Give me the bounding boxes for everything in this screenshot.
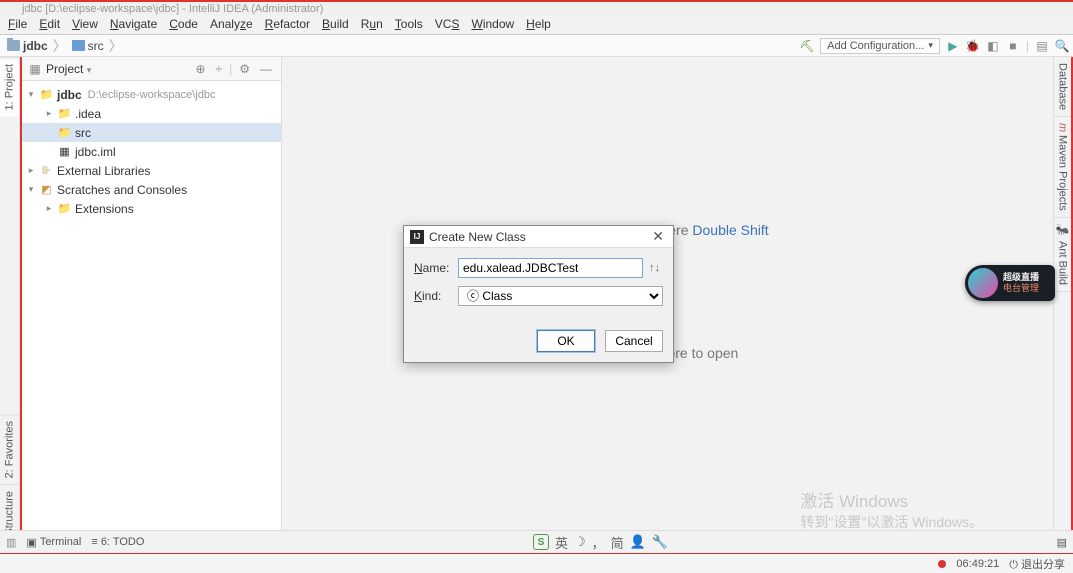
ime-tool-icon[interactable]: 🔧 bbox=[652, 534, 668, 550]
menu-vcs[interactable]: VCS bbox=[429, 15, 466, 33]
sort-icon[interactable]: ↑↓ bbox=[649, 262, 663, 274]
name-input[interactable] bbox=[458, 258, 643, 278]
project-pane-header: ▦ Project ▾ ⊕ ÷ | ⚙ — bbox=[22, 57, 281, 81]
create-class-dialog: IJ Create New Class ✕ Name: ↑↓ Kind: ⓒ C… bbox=[403, 225, 674, 363]
breadcrumb-sep-icon: 〉 bbox=[53, 36, 67, 56]
cancel-button[interactable]: Cancel bbox=[605, 330, 663, 352]
ime-logo-icon[interactable]: S bbox=[533, 534, 549, 550]
status-bar: 06:49:21 ⏻ 退出分享 bbox=[0, 553, 1073, 573]
build-icon[interactable]: ⛏ bbox=[800, 39, 814, 53]
kind-select[interactable]: ⓒ Class bbox=[458, 286, 663, 306]
project-view-icon: ▦ bbox=[28, 62, 42, 76]
search-icon[interactable]: 🔍 bbox=[1055, 39, 1069, 53]
ime-bar: S 英 ☽ ， 简 👤 🔧 bbox=[154, 533, 1046, 552]
ime-punct[interactable]: ， bbox=[592, 533, 605, 552]
kind-label: Kind: bbox=[414, 289, 452, 303]
navigation-bar: jdbc 〉 src 〉 ⛏ Add Configuration...▾ ▶ 🐞… bbox=[0, 35, 1073, 57]
project-tool-window: ▦ Project ▾ ⊕ ÷ | ⚙ — 📁jdbcD:\eclipse-wo… bbox=[20, 57, 282, 554]
menu-file[interactable]: File bbox=[2, 15, 33, 33]
widget-logo-icon bbox=[968, 268, 998, 298]
breadcrumb-src[interactable]: src bbox=[69, 38, 107, 54]
right-tool-gutter: Database m Maven Projects 🐜 Ant Build bbox=[1053, 57, 1073, 554]
add-configuration-button[interactable]: Add Configuration...▾ bbox=[820, 38, 940, 54]
windows-watermark: 激活 Windows 转到"设置"以激活 Windows。 bbox=[800, 490, 983, 533]
menu-code[interactable]: Code bbox=[163, 15, 204, 33]
ok-button[interactable]: OK bbox=[537, 330, 595, 352]
ime-settings-icon[interactable]: 👤 bbox=[630, 534, 646, 550]
tab-ant[interactable]: 🐜 Ant Build bbox=[1054, 218, 1071, 291]
tree-scratches: ◩Scratches and Consoles bbox=[22, 180, 281, 199]
tree-extensions: 📁Extensions bbox=[22, 199, 281, 218]
dialog-title-bar[interactable]: IJ Create New Class ✕ bbox=[404, 226, 673, 248]
close-icon[interactable]: ✕ bbox=[649, 228, 667, 245]
menu-window[interactable]: Window bbox=[465, 15, 520, 33]
project-tree[interactable]: 📁jdbcD:\eclipse-workspace\jdbc 📁.idea 📁s… bbox=[22, 81, 281, 222]
ime-lang[interactable]: 英 bbox=[555, 533, 568, 552]
tree-src: 📁src bbox=[22, 123, 281, 142]
breadcrumb-sep-icon: 〉 bbox=[109, 36, 123, 56]
clock: 06:49:21 bbox=[956, 558, 999, 570]
collapse-icon[interactable]: ÷ bbox=[213, 62, 226, 76]
menu-bar: File Edit View Navigate Code Analyze Ref… bbox=[0, 14, 1073, 35]
menu-run[interactable]: Run bbox=[355, 15, 389, 33]
tab-database[interactable]: Database bbox=[1054, 57, 1071, 117]
window-title: jdbc [D:\eclipse-workspace\jdbc] - Intel… bbox=[0, 0, 1073, 14]
ime-moon-icon[interactable]: ☽ bbox=[574, 534, 586, 550]
toggle-tools-icon[interactable]: ▥ bbox=[6, 536, 16, 549]
name-label: Name: bbox=[414, 261, 452, 275]
project-folder-icon bbox=[7, 40, 20, 51]
debug-icon[interactable]: 🐞 bbox=[966, 39, 980, 53]
tab-maven[interactable]: m Maven Projects bbox=[1054, 117, 1071, 218]
breadcrumb: jdbc 〉 src 〉 bbox=[4, 36, 123, 56]
menu-tools[interactable]: Tools bbox=[389, 15, 429, 33]
breadcrumb-project[interactable]: jdbc bbox=[4, 38, 51, 54]
menu-edit[interactable]: Edit bbox=[33, 15, 66, 33]
tab-favorites[interactable]: 2: Favorites bbox=[0, 414, 19, 484]
menu-refactor[interactable]: Refactor bbox=[259, 15, 316, 33]
event-log-icon[interactable]: ▤ bbox=[1057, 536, 1067, 549]
record-icon bbox=[938, 560, 946, 568]
tab-project[interactable]: 1: Project bbox=[0, 57, 19, 116]
tree-ext-libs: ⊪External Libraries bbox=[22, 161, 281, 180]
intellij-icon: IJ bbox=[410, 230, 424, 244]
menu-view[interactable]: View bbox=[66, 15, 104, 33]
run-icon[interactable]: ▶ bbox=[946, 39, 960, 53]
left-tool-gutter: 1: Project 2: Favorites 7: Structure bbox=[0, 57, 20, 554]
scroll-target-icon[interactable]: ⊕ bbox=[192, 62, 208, 76]
gear-icon[interactable]: ⚙ bbox=[236, 62, 253, 76]
tree-root: 📁jdbcD:\eclipse-workspace\jdbc bbox=[22, 85, 281, 104]
exit-share[interactable]: ⏻ 退出分享 bbox=[1009, 556, 1065, 572]
dialog-title: Create New Class bbox=[429, 230, 644, 244]
coverage-icon[interactable]: ◧ bbox=[986, 39, 1000, 53]
todo-tab[interactable]: ≡ 6: TODO bbox=[91, 536, 144, 548]
project-structure-icon[interactable]: ▤ bbox=[1035, 39, 1049, 53]
tree-iml: ▦jdbc.iml bbox=[22, 142, 281, 161]
src-folder-icon bbox=[72, 40, 85, 51]
terminal-tab[interactable]: ▣ Terminal bbox=[26, 536, 81, 549]
run-toolbar: ⛏ Add Configuration...▾ ▶ 🐞 ◧ ■ | ▤ 🔍 bbox=[800, 38, 1069, 54]
menu-help[interactable]: Help bbox=[520, 15, 557, 33]
menu-analyze[interactable]: Analyze bbox=[204, 15, 259, 33]
floating-widget[interactable]: 超级直播电台管理 bbox=[965, 265, 1055, 301]
stop-icon[interactable]: ■ bbox=[1006, 39, 1020, 53]
hide-icon[interactable]: — bbox=[257, 62, 275, 76]
tool-window-bar: ▥ ▣ Terminal ≡ 6: TODO S 英 ☽ ， 简 👤 🔧 ▤ bbox=[0, 530, 1073, 553]
ime-mode[interactable]: 简 bbox=[611, 533, 624, 552]
tree-idea: 📁.idea bbox=[22, 104, 281, 123]
menu-navigate[interactable]: Navigate bbox=[104, 15, 163, 33]
project-pane-title[interactable]: Project ▾ bbox=[46, 62, 188, 76]
menu-build[interactable]: Build bbox=[316, 15, 355, 33]
